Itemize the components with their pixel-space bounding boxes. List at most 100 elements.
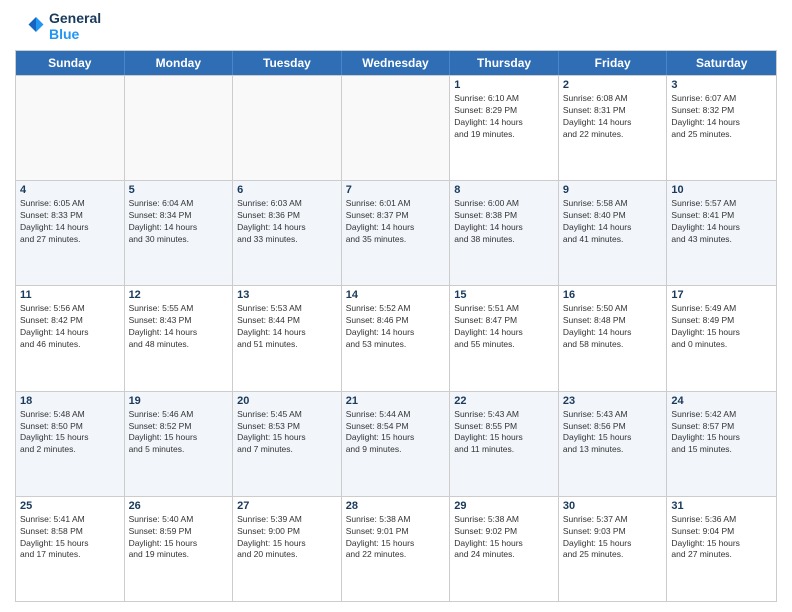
- day-info-9: Sunrise: 5:58 AM Sunset: 8:40 PM Dayligh…: [563, 198, 663, 246]
- calendar-cell-r4-c5: 30 Sunrise: 5:37 AM Sunset: 9:03 PM Dayli…: [559, 497, 668, 601]
- header-saturday: Saturday: [667, 51, 776, 75]
- logo-icon: [15, 11, 45, 41]
- day-info-13: Sunrise: 5:53 AM Sunset: 8:44 PM Dayligh…: [237, 303, 337, 351]
- day-info-18: Sunrise: 5:48 AM Sunset: 8:50 PM Dayligh…: [20, 409, 120, 457]
- header-monday: Monday: [125, 51, 234, 75]
- day-number-4: 4: [20, 184, 120, 196]
- day-info-17: Sunrise: 5:49 AM Sunset: 8:49 PM Dayligh…: [671, 303, 772, 351]
- calendar: Sunday Monday Tuesday Wednesday Thursday…: [15, 50, 777, 602]
- calendar-cell-r2-c2: 13 Sunrise: 5:53 AM Sunset: 8:44 PM Dayli…: [233, 286, 342, 390]
- calendar-row-3: 18 Sunrise: 5:48 AM Sunset: 8:50 PM Dayli…: [16, 391, 776, 496]
- day-info-30: Sunrise: 5:37 AM Sunset: 9:03 PM Dayligh…: [563, 514, 663, 562]
- day-info-19: Sunrise: 5:46 AM Sunset: 8:52 PM Dayligh…: [129, 409, 229, 457]
- day-number-3: 3: [671, 79, 772, 91]
- day-info-1: Sunrise: 6:10 AM Sunset: 8:29 PM Dayligh…: [454, 93, 554, 141]
- day-number-13: 13: [237, 289, 337, 301]
- day-number-27: 27: [237, 500, 337, 512]
- day-number-2: 2: [563, 79, 663, 91]
- day-info-22: Sunrise: 5:43 AM Sunset: 8:55 PM Dayligh…: [454, 409, 554, 457]
- day-number-1: 1: [454, 79, 554, 91]
- calendar-cell-r2-c4: 15 Sunrise: 5:51 AM Sunset: 8:47 PM Dayli…: [450, 286, 559, 390]
- calendar-cell-r2-c1: 12 Sunrise: 5:55 AM Sunset: 8:43 PM Dayli…: [125, 286, 234, 390]
- day-number-29: 29: [454, 500, 554, 512]
- calendar-row-4: 25 Sunrise: 5:41 AM Sunset: 8:58 PM Dayli…: [16, 496, 776, 601]
- day-info-6: Sunrise: 6:03 AM Sunset: 8:36 PM Dayligh…: [237, 198, 337, 246]
- day-number-5: 5: [129, 184, 229, 196]
- calendar-cell-r3-c3: 21Sunrise: 5:44 AM Sunset: 8:54 PM Dayli…: [342, 392, 451, 496]
- header: General Blue: [15, 10, 777, 42]
- day-info-21: Sunrise: 5:44 AM Sunset: 8:54 PM Dayligh…: [346, 409, 446, 457]
- day-number-6: 6: [237, 184, 337, 196]
- calendar-cell-r3-c4: 22 Sunrise: 5:43 AM Sunset: 8:55 PM Dayli…: [450, 392, 559, 496]
- logo: General Blue: [15, 10, 101, 42]
- day-info-20: Sunrise: 5:45 AM Sunset: 8:53 PM Dayligh…: [237, 409, 337, 457]
- calendar-cell-r1-c2: 6 Sunrise: 6:03 AM Sunset: 8:36 PM Daylig…: [233, 181, 342, 285]
- day-info-8: Sunrise: 6:00 AM Sunset: 8:38 PM Dayligh…: [454, 198, 554, 246]
- calendar-cell-r3-c2: 20 Sunrise: 5:45 AM Sunset: 8:53 PM Dayli…: [233, 392, 342, 496]
- day-number-9: 9: [563, 184, 663, 196]
- calendar-cell-r1-c5: 9 Sunrise: 5:58 AM Sunset: 8:40 PM Daylig…: [559, 181, 668, 285]
- day-info-4: Sunrise: 6:05 AM Sunset: 8:33 PM Dayligh…: [20, 198, 120, 246]
- day-number-10: 10: [671, 184, 772, 196]
- calendar-cell-r4-c6: 31 Sunrise: 5:36 AM Sunset: 9:04 PM Dayli…: [667, 497, 776, 601]
- day-number-14: 14: [346, 289, 446, 301]
- calendar-cell-r3-c0: 18 Sunrise: 5:48 AM Sunset: 8:50 PM Dayli…: [16, 392, 125, 496]
- calendar-cell-r3-c5: 23 Sunrise: 5:43 AM Sunset: 8:56 PM Dayli…: [559, 392, 668, 496]
- calendar-body: 1 Sunrise: 6:10 AM Sunset: 8:29 PM Daylig…: [16, 75, 776, 601]
- day-number-7: 7: [346, 184, 446, 196]
- calendar-cell-r4-c4: 29 Sunrise: 5:38 AM Sunset: 9:02 PM Dayli…: [450, 497, 559, 601]
- day-number-12: 12: [129, 289, 229, 301]
- day-number-22: 22: [454, 395, 554, 407]
- calendar-cell-r0-c2: [233, 76, 342, 180]
- calendar-cell-r4-c2: 27 Sunrise: 5:39 AM Sunset: 9:00 PM Dayli…: [233, 497, 342, 601]
- day-number-25: 25: [20, 500, 120, 512]
- day-number-20: 20: [237, 395, 337, 407]
- day-info-31: Sunrise: 5:36 AM Sunset: 9:04 PM Dayligh…: [671, 514, 772, 562]
- day-number-16: 16: [563, 289, 663, 301]
- day-number-11: 11: [20, 289, 120, 301]
- day-info-7: Sunrise: 6:01 AM Sunset: 8:37 PM Dayligh…: [346, 198, 446, 246]
- calendar-cell-r2-c3: 14 Sunrise: 5:52 AM Sunset: 8:46 PM Dayli…: [342, 286, 451, 390]
- calendar-cell-r0-c3: [342, 76, 451, 180]
- calendar-cell-r1-c6: 10Sunrise: 5:57 AM Sunset: 8:41 PM Dayli…: [667, 181, 776, 285]
- calendar-cell-r0-c4: 1 Sunrise: 6:10 AM Sunset: 8:29 PM Daylig…: [450, 76, 559, 180]
- day-info-5: Sunrise: 6:04 AM Sunset: 8:34 PM Dayligh…: [129, 198, 229, 246]
- day-info-3: Sunrise: 6:07 AM Sunset: 8:32 PM Dayligh…: [671, 93, 772, 141]
- day-number-19: 19: [129, 395, 229, 407]
- calendar-row-1: 4 Sunrise: 6:05 AM Sunset: 8:33 PM Daylig…: [16, 180, 776, 285]
- day-info-28: Sunrise: 5:38 AM Sunset: 9:01 PM Dayligh…: [346, 514, 446, 562]
- day-number-15: 15: [454, 289, 554, 301]
- day-number-31: 31: [671, 500, 772, 512]
- day-info-15: Sunrise: 5:51 AM Sunset: 8:47 PM Dayligh…: [454, 303, 554, 351]
- day-info-12: Sunrise: 5:55 AM Sunset: 8:43 PM Dayligh…: [129, 303, 229, 351]
- day-number-26: 26: [129, 500, 229, 512]
- day-info-27: Sunrise: 5:39 AM Sunset: 9:00 PM Dayligh…: [237, 514, 337, 562]
- calendar-row-2: 11 Sunrise: 5:56 AM Sunset: 8:42 PM Dayli…: [16, 285, 776, 390]
- calendar-cell-r0-c5: 2Sunrise: 6:08 AM Sunset: 8:31 PM Daylig…: [559, 76, 668, 180]
- day-info-14: Sunrise: 5:52 AM Sunset: 8:46 PM Dayligh…: [346, 303, 446, 351]
- calendar-cell-r3-c1: 19 Sunrise: 5:46 AM Sunset: 8:52 PM Dayli…: [125, 392, 234, 496]
- day-info-26: Sunrise: 5:40 AM Sunset: 8:59 PM Dayligh…: [129, 514, 229, 562]
- calendar-cell-r0-c0: [16, 76, 125, 180]
- day-number-17: 17: [671, 289, 772, 301]
- calendar-cell-r1-c3: 7 Sunrise: 6:01 AM Sunset: 8:37 PM Daylig…: [342, 181, 451, 285]
- day-number-30: 30: [563, 500, 663, 512]
- calendar-row-0: 1 Sunrise: 6:10 AM Sunset: 8:29 PM Daylig…: [16, 75, 776, 180]
- day-info-11: Sunrise: 5:56 AM Sunset: 8:42 PM Dayligh…: [20, 303, 120, 351]
- day-info-23: Sunrise: 5:43 AM Sunset: 8:56 PM Dayligh…: [563, 409, 663, 457]
- calendar-cell-r1-c1: 5 Sunrise: 6:04 AM Sunset: 8:34 PM Daylig…: [125, 181, 234, 285]
- day-number-28: 28: [346, 500, 446, 512]
- day-number-18: 18: [20, 395, 120, 407]
- header-wednesday: Wednesday: [342, 51, 451, 75]
- day-info-25: Sunrise: 5:41 AM Sunset: 8:58 PM Dayligh…: [20, 514, 120, 562]
- calendar-cell-r1-c4: 8Sunrise: 6:00 AM Sunset: 8:38 PM Daylig…: [450, 181, 559, 285]
- calendar-cell-r2-c6: 17 Sunrise: 5:49 AM Sunset: 8:49 PM Dayli…: [667, 286, 776, 390]
- calendar-cell-r2-c5: 16Sunrise: 5:50 AM Sunset: 8:48 PM Dayli…: [559, 286, 668, 390]
- day-info-29: Sunrise: 5:38 AM Sunset: 9:02 PM Dayligh…: [454, 514, 554, 562]
- logo-text: General Blue: [49, 10, 101, 42]
- header-sunday: Sunday: [16, 51, 125, 75]
- day-number-23: 23: [563, 395, 663, 407]
- calendar-cell-r4-c3: 28 Sunrise: 5:38 AM Sunset: 9:01 PM Dayli…: [342, 497, 451, 601]
- calendar-cell-r4-c0: 25 Sunrise: 5:41 AM Sunset: 8:58 PM Dayli…: [16, 497, 125, 601]
- day-number-24: 24: [671, 395, 772, 407]
